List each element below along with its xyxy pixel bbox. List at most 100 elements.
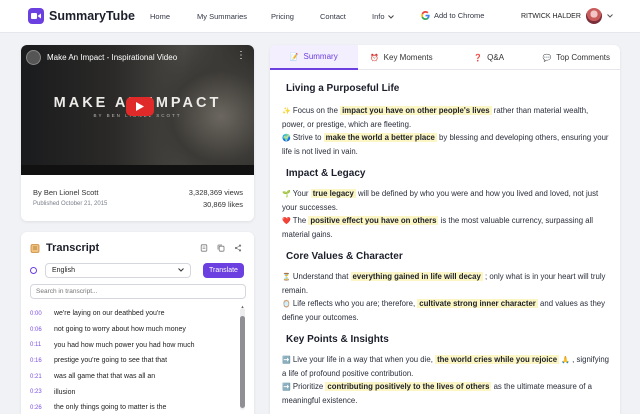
point-text: Your [292,189,309,198]
add-to-chrome-label: Add to Chrome [434,11,485,20]
point-text: Understand that [292,272,349,281]
timestamp[interactable]: 0:16 [30,358,54,364]
download-icon[interactable] [200,244,208,252]
line-text: you had how much power you had how much [54,341,195,349]
copy-icon[interactable] [217,244,225,252]
user-menu[interactable]: RITWICK HALDER [521,8,613,24]
user-name: RITWICK HALDER [521,12,581,20]
line-text: was all game that that was all an [54,373,156,381]
language-select[interactable]: English [45,262,191,278]
summary-point: ❤️ The positive effect you have on other… [282,214,610,241]
highlight: make the world a better place [323,133,437,142]
nav-home[interactable]: Home [150,12,170,21]
transcript-card: Transcript English Translate 0:00we're l… [21,232,254,414]
transcript-line[interactable]: 0:21 was all game that that was all an [30,369,238,385]
question-icon: ❓ [473,54,483,62]
chevron-down-icon [607,14,613,18]
translate-button[interactable]: Translate [203,262,244,278]
globe-icon: 🌍 [282,135,291,142]
tab-qa[interactable]: ❓ Q&A [445,45,533,70]
top-nav: SummaryTube Home My Summaries Pricing Co… [0,0,640,33]
transcript-line[interactable]: 0:11 you had how much power you had how m… [30,337,238,353]
point-text: Prioritize [292,382,324,391]
timestamp[interactable]: 0:23 [30,389,54,395]
transcript-line[interactable]: 0:26 the only things going to matter is t… [30,400,238,414]
highlight: the world cries while you rejoice [435,355,560,364]
tab-bar: 📝 Summary ⏰ Key Moments ❓ Q&A 💬 Top Comments [270,45,620,70]
video-card: Make An Impact - Inspirational Video ⋮ M… [21,45,254,221]
nav-pricing[interactable]: Pricing [271,12,294,21]
point-text: Life reflects who you are; therefore, [292,299,416,308]
more-options-icon[interactable]: ⋮ [236,51,246,61]
transcript-search-input[interactable] [30,284,246,299]
heart-icon: ❤️ [282,218,291,225]
seedling-icon: 🌱 [282,191,291,198]
nav-info[interactable]: Info [372,12,394,21]
nav-my-summaries[interactable]: My Summaries [197,12,247,21]
play-icon [136,102,144,111]
point-text: The [292,216,307,225]
line-text: we're laying on our deathbed you're [54,310,165,318]
nav-contact[interactable]: Contact [320,12,346,21]
summary-point: 🪞 Life reflects who you are; therefore, … [282,297,610,324]
highlight: positive effect you have on others [308,216,439,225]
brand-logo[interactable]: SummaryTube [28,8,135,24]
video-likes: 30,869 likes [202,200,243,209]
scrollbar-thumb[interactable] [240,316,245,408]
tab-summary[interactable]: 📝 Summary [270,45,358,70]
transcript-line[interactable]: 0:06 not going to worry about how much mo… [30,322,238,338]
highlight: impact you have on other people's lives [340,106,492,115]
point-text: Live your life in a way that when you di… [292,355,433,364]
alarm-clock-icon: ⏰ [369,54,379,62]
speech-bubble-icon: 💬 [542,54,552,62]
highlight: contributing positively to the lives of … [325,382,492,391]
add-to-chrome-button[interactable]: Add to Chrome [421,11,484,20]
transcript-line[interactable]: 0:00 we're laying on our deathbed you're [30,306,238,322]
summary-point: 🌱 Your true legacy will be defined by wh… [282,187,610,214]
video-meta: By Ben Lionel Scott Published October 21… [33,188,243,209]
transcript-tools [200,244,242,252]
sparkles-icon: ✨ [282,108,291,115]
point-text: Strive to [292,133,322,142]
nav-info-label: Info [372,12,385,21]
transcript-line[interactable]: 0:16 prestige you're going to see that th… [30,353,238,369]
avatar [585,8,602,24]
mirror-icon: 🪞 [282,301,291,308]
language-selected: English [52,266,75,274]
language-radio[interactable] [30,266,37,274]
line-text: not going to worry about how much money [54,326,186,334]
timestamp[interactable]: 0:06 [30,327,54,333]
video-progress-bar[interactable] [21,165,254,175]
summary-card: 📝 Summary ⏰ Key Moments ❓ Q&A 💬 Top Comments… [270,45,620,414]
timestamp[interactable]: 0:21 [30,374,54,380]
brand-name: SummaryTube [49,9,135,23]
chevron-down-icon [387,14,394,19]
highlight: everything gained in life will decay [350,272,483,281]
transcript-line[interactable]: 0:23 illusion [30,384,238,400]
timestamp[interactable]: 0:00 [30,311,54,317]
video-header: Make An Impact - Inspirational Video [26,50,177,65]
video-player[interactable]: Make An Impact - Inspirational Video ⋮ M… [21,45,254,175]
arrow-right-icon: ➡️ [282,384,291,391]
play-button[interactable] [126,97,154,116]
section-title: Key Points & Insights [286,334,389,345]
timestamp[interactable]: 0:11 [30,342,54,348]
highlight: true legacy [310,189,356,198]
channel-avatar[interactable] [26,50,41,65]
tab-label: Key Moments [383,53,433,62]
summary-content: Living a Purposeful Life ✨ Focus on the … [282,83,610,407]
tab-label: Summary [303,52,338,61]
hourglass-icon: ⏳ [282,274,291,281]
video-title[interactable]: Make An Impact - Inspirational Video [47,53,177,62]
video-icon [28,8,44,24]
timestamp[interactable]: 0:26 [30,405,54,411]
tab-top-comments[interactable]: 💬 Top Comments [533,45,621,70]
google-icon [421,11,430,20]
language-row: English Translate [30,262,246,278]
line-text: illusion [54,388,76,396]
tab-key-moments[interactable]: ⏰ Key Moments [358,45,446,70]
praying-hands-icon: 🙏 [561,357,570,364]
transcript-scrollbar[interactable] [240,308,245,410]
transcript-header: Transcript [30,242,99,254]
share-icon[interactable] [234,244,242,252]
